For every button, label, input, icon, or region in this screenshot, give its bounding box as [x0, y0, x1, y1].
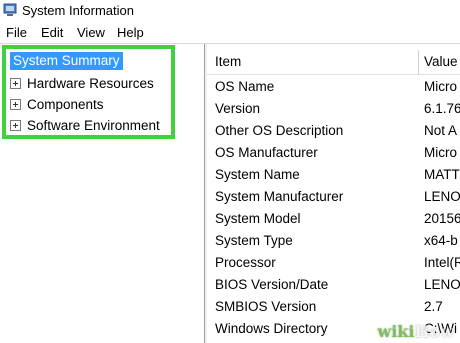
row-item: System Manufacturer: [215, 189, 344, 204]
row-item: OS Manufacturer: [215, 145, 318, 160]
watermark-part-1: wiki: [377, 322, 415, 341]
system-information-icon: [3, 3, 17, 16]
row-item: System Model: [215, 211, 301, 226]
row-value: Intel(R: [424, 255, 460, 270]
table-row[interactable]: System Name MATT: [207, 165, 460, 187]
tree-item-components[interactable]: Components: [10, 95, 104, 113]
table-row[interactable]: Processor Intel(R: [207, 253, 460, 275]
row-item: SMBIOS Version: [215, 299, 317, 314]
row-value: x64-b: [424, 233, 458, 248]
row-item: BIOS Version/Date: [215, 277, 329, 292]
watermark-part-2: How: [414, 322, 454, 341]
menu-help[interactable]: Help: [117, 25, 144, 40]
tree-item-hardware-resources[interactable]: Hardware Resources: [10, 74, 154, 92]
row-value: Micro: [424, 79, 457, 94]
row-item: System Type: [215, 233, 293, 248]
row-value: LENO: [424, 277, 460, 292]
table-row[interactable]: OS Name Micro: [207, 77, 460, 99]
tree-item-label: Software Environment: [27, 117, 160, 133]
table-row[interactable]: System Model 20156: [207, 209, 460, 231]
tree-item-label: Components: [27, 96, 104, 112]
wikihow-watermark: wikiHow: [377, 322, 454, 341]
row-item: Windows Directory: [215, 321, 328, 336]
tree-item-software-environment[interactable]: Software Environment: [10, 116, 160, 134]
table-row[interactable]: System Type x64-b: [207, 231, 460, 253]
row-value: 2.7: [424, 299, 443, 314]
row-value: Micro: [424, 145, 457, 160]
row-value: 20156: [424, 211, 460, 226]
header-separator: [207, 74, 460, 75]
row-item: Version: [215, 101, 261, 116]
row-item: OS Name: [215, 79, 275, 94]
row-item: Other OS Description: [215, 123, 344, 138]
table-row[interactable]: System Manufacturer LENO: [207, 187, 460, 209]
tree-item-system-summary[interactable]: System Summary: [10, 52, 123, 70]
expand-plus-icon[interactable]: [10, 98, 21, 110]
row-item: Processor: [215, 255, 276, 270]
expand-plus-icon[interactable]: [10, 77, 21, 89]
window-title: System Information: [22, 3, 134, 18]
table-row[interactable]: SMBIOS Version 2.7: [207, 297, 460, 319]
row-value: MATT: [424, 167, 460, 182]
column-divider[interactable]: [418, 50, 419, 74]
menu-view[interactable]: View: [77, 25, 105, 40]
menu-bar: File Edit View Help: [0, 22, 460, 44]
expand-plus-icon[interactable]: [10, 119, 21, 131]
table-row[interactable]: OS Manufacturer Micro: [207, 143, 460, 165]
table-row[interactable]: Other OS Description Not A: [207, 121, 460, 143]
row-value: Not A: [424, 123, 458, 138]
menu-file[interactable]: File: [6, 25, 27, 40]
tree-item-label: Hardware Resources: [27, 75, 154, 91]
title-bar: System Information: [0, 0, 460, 22]
menu-edit[interactable]: Edit: [41, 25, 63, 40]
row-value: LENO: [424, 189, 460, 204]
table-row[interactable]: BIOS Version/Date LENO: [207, 275, 460, 297]
table-row[interactable]: Version 6.1.76: [207, 99, 460, 121]
column-header-item[interactable]: Item: [215, 50, 241, 74]
row-item: System Name: [215, 167, 300, 182]
row-value: 6.1.76: [424, 101, 460, 116]
column-header-value[interactable]: Value: [424, 50, 458, 74]
